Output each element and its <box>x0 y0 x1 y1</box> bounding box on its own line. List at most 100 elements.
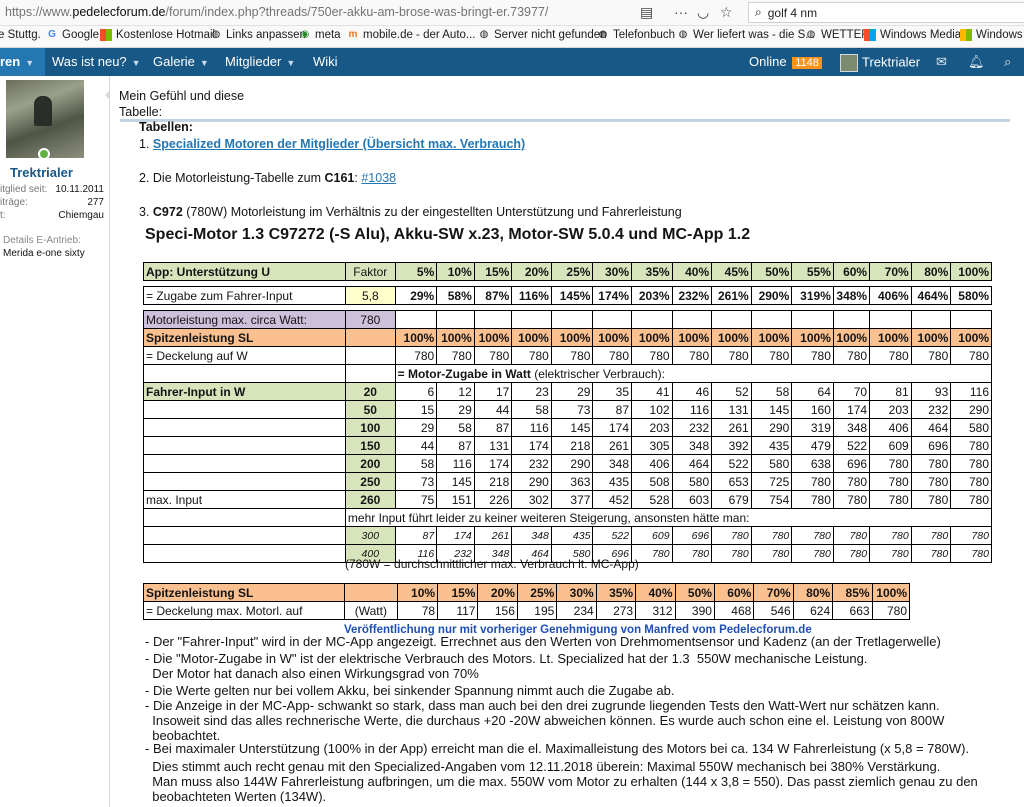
empty-cell <box>394 310 438 329</box>
bookmark-item[interactable]: e Stuttg. <box>0 29 41 41</box>
search-icon: ⌕ <box>755 5 762 19</box>
inbox-icon[interactable]: ✉ <box>936 54 947 70</box>
unterstuetzung-label: App: Unterstützung U <box>143 262 346 281</box>
post-1038-link[interactable]: #1038 <box>361 171 396 185</box>
list-item-1: 1. Specialized Motoren der Mitglieder (Ü… <box>139 137 526 151</box>
deckel-value: 780 <box>631 346 673 365</box>
url-text[interactable]: https://www.pedelecforum.de/forum/index.… <box>5 5 548 19</box>
online-users-link[interactable]: Online 1148 <box>749 54 822 69</box>
bookmark-hotmail[interactable]: Kostenlose Hotmail <box>100 29 215 41</box>
bookmark-wetter[interactable]: ◍ WETTER <box>805 29 870 41</box>
zugabe-watt-value: 696 <box>832 454 871 473</box>
spitzen-value: 100% <box>436 328 475 347</box>
chevron-down-icon[interactable]: ▼ <box>286 58 295 68</box>
pocket-icon[interactable]: ◡ <box>697 4 709 21</box>
zugabe-label: = Zugabe zum Fahrer-Input <box>143 286 346 305</box>
more-actions-icon[interactable]: ··· <box>674 4 688 20</box>
chevron-down-icon[interactable]: ▼ <box>132 58 141 68</box>
tabellen-heading: Tabellen: <box>139 120 193 134</box>
extrapolated-value: 780 <box>832 526 871 545</box>
user-avatar[interactable] <box>6 80 84 158</box>
input-watt: 20 <box>344 382 396 401</box>
spitzen-value: 100% <box>791 328 834 347</box>
zugabe-watt-value: 679 <box>711 490 752 509</box>
t2-value: 312 <box>635 601 676 620</box>
empty-cell <box>344 328 396 347</box>
nav-tab-galerie[interactable]: Galerie ▼ <box>153 54 209 69</box>
zugabe-watt-value: 174 <box>473 454 513 473</box>
account-menu[interactable]: Trektrialer <box>840 54 920 72</box>
extrapolated-value: 696 <box>671 526 713 545</box>
empty-cell <box>910 310 952 329</box>
bookmark-wer-liefert[interactable]: ◍ Wer liefert was - die S... <box>677 29 815 41</box>
fahrer-input-label: Fahrer-Input in W <box>143 382 346 401</box>
zugabe-watt-value: 580 <box>750 454 793 473</box>
globe-icon: ◍ <box>479 29 489 40</box>
search-icon[interactable]: ⌕ <box>1004 54 1011 70</box>
zugabe-watt-value: 29 <box>394 418 438 437</box>
zugabe-watt-value: 174 <box>832 400 871 419</box>
bell-icon[interactable]: 🔔︎ <box>968 54 985 70</box>
t2-value: 780 <box>871 601 911 620</box>
search-input[interactable]: ⌕ golf 4 nm <box>748 2 1024 23</box>
zugabe-watt-value: 780 <box>910 472 952 491</box>
deckel-value: 780 <box>869 346 912 365</box>
zugabe-watt-value: 780 <box>950 472 992 491</box>
bookmark-google[interactable]: G Google <box>46 29 99 41</box>
zugabe-watt-value: 232 <box>671 418 713 437</box>
t2-watt-unit: (Watt) <box>344 601 398 620</box>
zugabe-watt-value: 6 <box>394 382 438 401</box>
bookmark-star-icon[interactable]: ☆ <box>720 4 733 21</box>
bookmark-windows[interactable]: Windows <box>960 29 1023 41</box>
nav-tab-mitglieder[interactable]: Mitglieder ▼ <box>225 54 295 69</box>
motor-max-label: Motorleistung max. circa Watt: <box>143 310 346 329</box>
zugabe-watt-value: 780 <box>910 490 952 509</box>
empty-cell <box>511 310 552 329</box>
list-item-2: 2. Die Motorleistung-Tabelle zum C161: #… <box>139 171 397 185</box>
deckel-value: 780 <box>436 346 475 365</box>
username-link[interactable]: Trektrialer <box>10 165 73 180</box>
empty-cell <box>631 310 673 329</box>
zugabe-watt-value: 452 <box>592 490 632 509</box>
percent-header: 10% <box>436 262 475 281</box>
t2-percent: 15% <box>437 583 479 602</box>
t2-value: 78 <box>396 601 439 620</box>
zugabe-watt-value: 73 <box>394 472 438 491</box>
search-query[interactable]: golf 4 nm <box>768 6 817 20</box>
extrapolated-value: 780 <box>869 526 912 545</box>
extrapolated-value: 780 <box>711 526 752 545</box>
nav-tab-whats-new[interactable]: Was ist neu? ▼ <box>52 54 141 69</box>
globe-icon: ◍ <box>806 29 816 40</box>
bookmark-windows-media[interactable]: Windows Media <box>864 29 961 41</box>
motor-max-row: Motorleistung max. circa Watt: 780 <box>143 310 992 329</box>
chevron-down-icon[interactable]: ▼ <box>200 58 209 68</box>
zugabe-watt-value: 58 <box>750 382 793 401</box>
percent-header: 30% <box>592 262 632 281</box>
faktor-label: Faktor <box>344 262 396 281</box>
post-user-sidebar: Trektrialer itglied seit: 10.11.2011 iträ… <box>0 76 110 807</box>
specialized-motoren-link[interactable]: Specialized Motoren der Mitglieder (Über… <box>153 137 525 151</box>
bookmark-mobile[interactable]: m mobile.de - der Auto... <box>347 29 476 41</box>
bookmark-meta[interactable]: ◉ meta <box>299 29 341 41</box>
zugabe-watt-value: 348 <box>592 454 632 473</box>
zugabe-watt-value: 522 <box>711 454 752 473</box>
zugabe-watt-value: 15 <box>394 400 438 419</box>
browser-url-bar[interactable]: https://www.pedelecforum.de/forum/index.… <box>0 0 1024 26</box>
reader-view-icon[interactable]: ▤ <box>640 4 653 21</box>
nav-tab-wiki[interactable]: Wiki <box>313 54 338 69</box>
chevron-down-icon[interactable]: ▼ <box>25 58 34 68</box>
percent-header: 60% <box>832 262 871 281</box>
bookmark-telefonbuch[interactable]: ◍ Telefonbuch <box>597 29 675 41</box>
zugabe-watt-value: 780 <box>832 472 871 491</box>
bookmark-links-anpassen[interactable]: ◍ Links anpassen <box>210 29 306 41</box>
bookmark-server[interactable]: ◍ Server nicht gefunden <box>478 29 607 41</box>
nav-tab-forum[interactable]: ren ▼ <box>0 54 34 69</box>
zugabe-watt-value: 17 <box>473 382 513 401</box>
zugabe-watt-value: 44 <box>473 400 513 419</box>
zugabe-watt-value: 479 <box>791 436 834 455</box>
zugabe-value: 580% <box>950 286 992 305</box>
t2-value: 468 <box>713 601 755 620</box>
percent-header: 5% <box>394 262 438 281</box>
max-input-label: max. Input <box>143 490 346 509</box>
empty-cell <box>436 310 475 329</box>
